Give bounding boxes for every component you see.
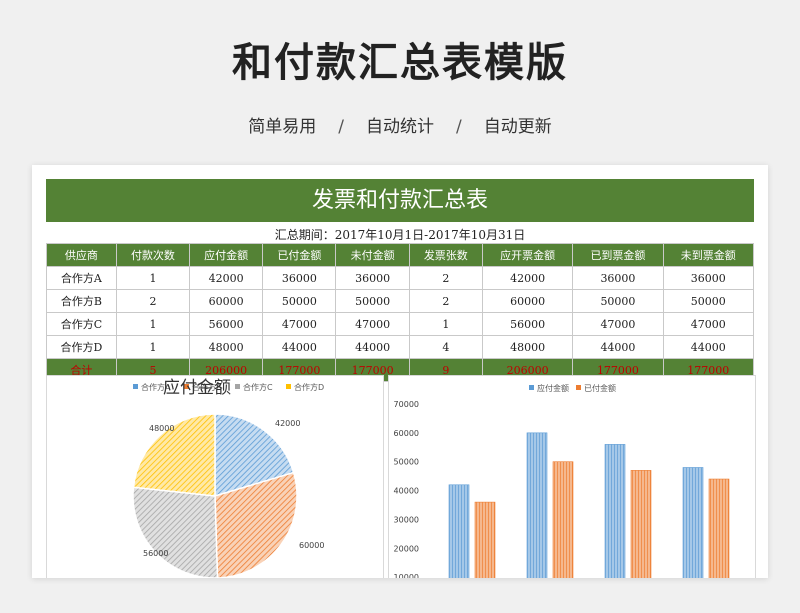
table-cell[interactable]: 44000 <box>262 335 337 359</box>
bar[interactable] <box>448 484 470 578</box>
y-tick-label: 60000 <box>394 429 419 438</box>
column-header[interactable]: 未付金额 <box>335 243 410 267</box>
bar[interactable] <box>682 467 704 578</box>
y-tick-label: 10000 <box>394 573 419 578</box>
y-tick-label: 50000 <box>394 458 419 467</box>
tag-auto-stat: 自动统计 <box>366 117 434 137</box>
bar-chart-payable-paid[interactable]: 应付金额 已付金额 10000 20000 30000 40000 50000 60000 70… <box>388 375 756 578</box>
table-row: 合作方B 2 60000 50000 50000 2 60000 50000 50000 <box>46 289 755 313</box>
tag-separator: / <box>456 117 462 137</box>
table-cell[interactable]: 36000 <box>572 266 664 290</box>
table-cell[interactable]: 合作方B <box>46 289 117 313</box>
table-cell[interactable]: 36000 <box>262 266 337 290</box>
table-cell[interactable]: 56000 <box>189 312 264 336</box>
legend-entry: 已付金额 <box>584 383 616 393</box>
pie-slice[interactable] <box>132 486 219 578</box>
table-cell[interactable]: 50000 <box>262 289 337 313</box>
table-cell[interactable]: 1 <box>408 312 483 336</box>
table-cell[interactable]: 合作方D <box>46 335 117 359</box>
bar[interactable] <box>708 478 730 578</box>
column-header[interactable]: 应付金额 <box>189 243 264 267</box>
table-cell[interactable]: 44000 <box>335 335 410 359</box>
column-header[interactable]: 供应商 <box>46 243 117 267</box>
legend-swatch <box>576 385 581 390</box>
summary-period: 汇总期间：2017年10月1日-2017年10月31日 <box>274 228 526 242</box>
column-header[interactable]: 已到票金额 <box>572 243 664 267</box>
table-cell[interactable]: 47000 <box>662 312 755 336</box>
legend-swatch <box>286 384 291 389</box>
table-row: 合作方D 1 48000 44000 44000 4 48000 44000 44000 <box>46 335 755 359</box>
table-cell[interactable]: 44000 <box>572 335 664 359</box>
table-cell[interactable]: 47000 <box>572 312 664 336</box>
table-cell[interactable]: 50000 <box>572 289 664 313</box>
table-cell[interactable]: 2 <box>115 289 191 313</box>
table-row: 合作方A 1 42000 36000 36000 2 42000 36000 36000 <box>46 266 755 290</box>
table-header-row: 供应商 付款次数 应付金额 已付金额 未付金额 发票张数 应开票金额 已到票金额… <box>46 243 755 267</box>
table-cell[interactable]: 47000 <box>335 312 410 336</box>
table-cell[interactable]: 47000 <box>262 312 337 336</box>
column-header[interactable]: 未到票金额 <box>662 243 755 267</box>
table-cell[interactable]: 50000 <box>662 289 755 313</box>
table-cell[interactable]: 56000 <box>481 312 574 336</box>
spreadsheet-card: 发票和付款汇总表 汇总期间：2017年10月1日-2017年10月31日 供应商… <box>32 165 768 578</box>
legend-swatch <box>235 384 240 389</box>
legend-entry: 合作方D <box>294 382 324 392</box>
table-cell[interactable]: 44000 <box>662 335 755 359</box>
y-tick-label: 70000 <box>394 400 419 409</box>
page-title: 和付款汇总表模版 <box>232 40 568 86</box>
table-cell[interactable]: 1 <box>115 312 191 336</box>
summary-table: 供应商 付款次数 应付金额 已付金额 未付金额 发票张数 应开票金额 已到票金额… <box>46 243 755 382</box>
table-cell[interactable]: 2 <box>408 266 483 290</box>
table-cell[interactable]: 4 <box>408 335 483 359</box>
bar[interactable] <box>552 461 574 578</box>
tag-easy: 简单易用 <box>248 117 317 137</box>
table-cell[interactable]: 48000 <box>481 335 574 359</box>
sheet-banner-title: 发票和付款汇总表 <box>46 179 754 222</box>
table-cell[interactable]: 合作方C <box>46 312 117 336</box>
bar[interactable] <box>474 501 496 578</box>
y-tick-label: 40000 <box>394 487 419 496</box>
column-header[interactable]: 已付金额 <box>262 243 337 267</box>
legend-entry: 应付金额 <box>537 383 569 393</box>
legend-swatch <box>529 385 534 390</box>
table-cell[interactable]: 1 <box>115 266 191 290</box>
pie-chart-payable[interactable]: 合作方A 合作方B 合作方C 合作方D 应付金额 42000 60000 56000 48000 <box>46 375 384 578</box>
table-cell[interactable]: 60000 <box>481 289 574 313</box>
bar[interactable] <box>604 444 626 578</box>
pie-data-label: 48000 <box>149 424 174 433</box>
table-cell[interactable]: 2 <box>408 289 483 313</box>
pie-data-label: 60000 <box>299 541 324 550</box>
column-header[interactable]: 应开票金额 <box>481 243 574 267</box>
table-cell[interactable]: 42000 <box>189 266 264 290</box>
table-cell[interactable]: 42000 <box>481 266 574 290</box>
tag-auto-update: 自动更新 <box>483 117 552 137</box>
pie-data-label: 56000 <box>143 549 168 558</box>
legend-entry: 合作方C <box>243 382 273 392</box>
table-cell[interactable]: 36000 <box>335 266 410 290</box>
bar[interactable] <box>526 432 548 578</box>
table-cell[interactable]: 1 <box>115 335 191 359</box>
table-cell[interactable]: 36000 <box>662 266 755 290</box>
table-row: 合作方C 1 56000 47000 47000 1 56000 47000 47000 <box>46 312 755 336</box>
column-header[interactable]: 付款次数 <box>115 243 191 267</box>
table-cell[interactable]: 60000 <box>189 289 264 313</box>
table-cell[interactable]: 50000 <box>335 289 410 313</box>
pie-chart-svg: 合作方A 合作方B 合作方C 合作方D应付金额42000600005600048000 <box>132 378 324 578</box>
table-cell[interactable]: 48000 <box>189 335 264 359</box>
tag-separator: / <box>338 117 344 137</box>
pie-data-label: 42000 <box>275 419 300 428</box>
bar-chart-svg: 应付金额 已付金额 10000 20000 30000 40000 50000 60000 70… <box>394 383 730 578</box>
y-tick-label: 30000 <box>394 515 419 524</box>
bar[interactable] <box>630 470 652 578</box>
table-cell[interactable]: 合作方A <box>46 266 117 290</box>
legend-swatch <box>133 384 138 389</box>
column-header[interactable]: 发票张数 <box>408 243 483 267</box>
chart-title: 应付金额 <box>163 378 231 398</box>
y-tick-label: 20000 <box>394 544 419 553</box>
tagline: 简单易用 / 自动统计 / 自动更新 <box>0 112 800 137</box>
